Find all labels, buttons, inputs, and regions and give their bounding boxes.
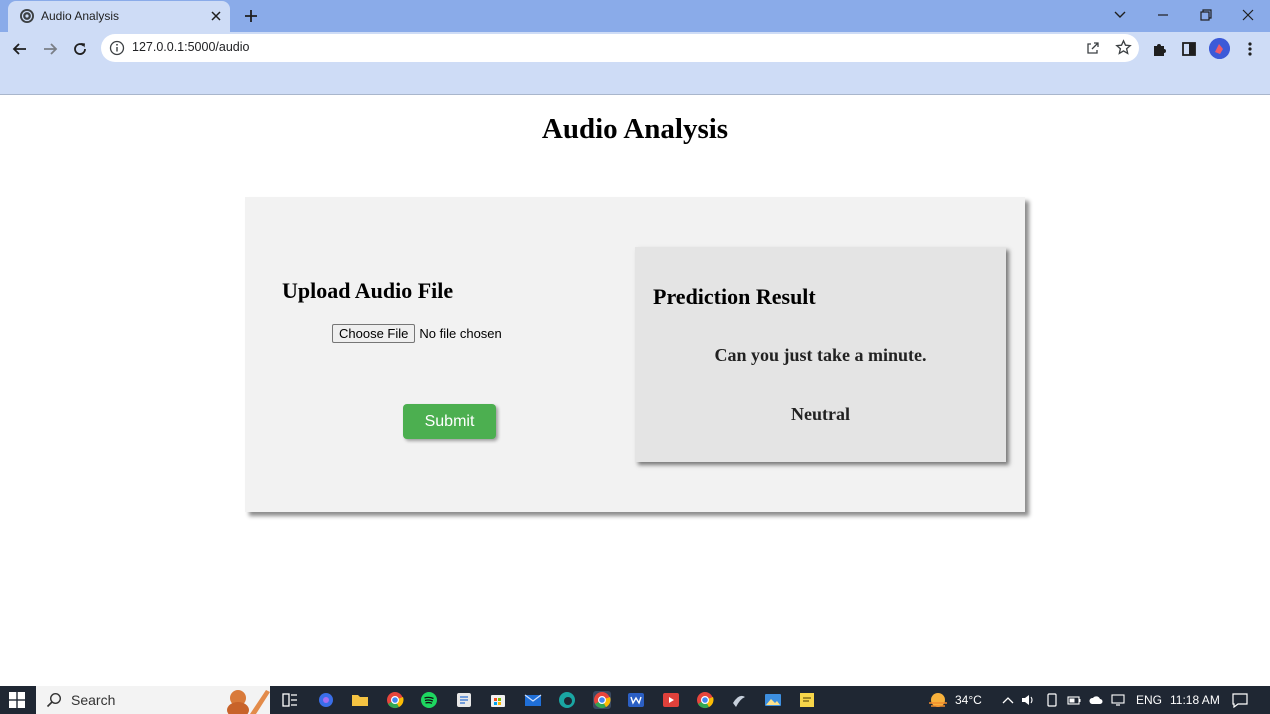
word-icon[interactable] <box>627 691 645 709</box>
browser-toolbar: 127.0.0.1:5000/audio <box>0 32 1270 95</box>
search-icon <box>46 692 62 708</box>
close-window-icon[interactable] <box>1238 6 1258 24</box>
globe-icon <box>20 9 34 23</box>
network-icon[interactable] <box>1111 693 1125 707</box>
windows-start-icon[interactable] <box>9 692 25 708</box>
address-bar[interactable]: 127.0.0.1:5000/audio <box>101 34 1139 62</box>
notification-icon[interactable] <box>1231 692 1249 708</box>
chrome-profile-icon[interactable] <box>696 691 714 709</box>
python-icon[interactable] <box>730 691 748 709</box>
close-icon[interactable] <box>208 8 224 24</box>
submit-button[interactable]: Submit <box>403 404 496 439</box>
tab-title: Audio Analysis <box>41 9 120 23</box>
battery-icon[interactable] <box>1067 693 1081 707</box>
upload-heading: Upload Audio File <box>282 278 454 303</box>
reload-icon[interactable] <box>71 40 89 58</box>
side-panel-icon[interactable] <box>1180 40 1198 58</box>
search-placeholder: Search <box>71 692 116 708</box>
browser-tabstrip: Audio Analysis <box>0 0 1270 32</box>
speaker-icon[interactable] <box>1021 693 1035 707</box>
profile-picture-icon <box>1209 38 1230 59</box>
analysis-card: Upload Audio File Choose File No file ch… <box>245 197 1025 512</box>
chevron-down-icon[interactable] <box>1110 6 1130 24</box>
meet-now-icon[interactable] <box>1045 693 1059 707</box>
chrome-active-icon[interactable] <box>593 691 611 709</box>
chrome-icon[interactable] <box>386 691 404 709</box>
plus-icon[interactable] <box>242 7 260 25</box>
file-status-label: No file chosen <box>419 325 502 341</box>
media-player-icon[interactable] <box>662 691 680 709</box>
page-title: Audio Analysis <box>541 113 729 145</box>
restore-icon[interactable] <box>1196 6 1216 24</box>
photos-icon[interactable] <box>764 691 782 709</box>
minimize-icon[interactable] <box>1153 6 1173 24</box>
chevron-up-icon[interactable] <box>1001 693 1015 707</box>
spotify-icon[interactable] <box>420 691 438 709</box>
taskbar: Search 34°C ENG 11:18 AM <box>0 686 1270 714</box>
search-highlight-image-icon <box>222 686 270 714</box>
clock[interactable]: 11:18 AM <box>1170 693 1220 707</box>
sticky-notes-icon[interactable] <box>798 691 816 709</box>
url-text: 127.0.0.1:5000/audio <box>132 40 250 54</box>
file-explorer-icon[interactable] <box>351 691 369 709</box>
star-icon[interactable] <box>1115 39 1132 56</box>
puzzle-icon[interactable] <box>1151 40 1169 58</box>
copilot-icon[interactable] <box>317 691 335 709</box>
taskbar-search[interactable]: Search <box>36 686 270 714</box>
temperature-label: 34°C <box>955 693 982 707</box>
kebab-menu-icon[interactable] <box>1241 40 1259 58</box>
mail-icon[interactable] <box>524 691 542 709</box>
task-view-icon[interactable] <box>281 691 299 709</box>
info-icon[interactable] <box>109 40 125 56</box>
language-indicator[interactable]: ENG <box>1136 693 1162 707</box>
back-arrow-icon[interactable] <box>11 40 29 58</box>
profile-avatar[interactable] <box>1209 38 1230 59</box>
file-input: Choose File No file chosen <box>332 323 502 343</box>
notepad-icon[interactable] <box>455 691 473 709</box>
forward-arrow-icon[interactable] <box>41 40 59 58</box>
edge-icon[interactable] <box>558 691 576 709</box>
prediction-result-panel: Prediction Result Can you just take a mi… <box>635 247 1006 462</box>
store-icon[interactable] <box>489 691 507 709</box>
choose-file-button[interactable]: Choose File <box>332 323 416 343</box>
emotion-label: Neutral <box>791 404 850 424</box>
result-heading: Prediction Result <box>653 284 816 309</box>
share-icon[interactable] <box>1085 40 1101 56</box>
browser-tab[interactable]: Audio Analysis <box>8 1 230 32</box>
weather-icon[interactable] <box>927 691 949 709</box>
cloud-sync-icon[interactable] <box>1089 693 1103 707</box>
transcript-text: Can you just take a minute. <box>714 345 927 365</box>
